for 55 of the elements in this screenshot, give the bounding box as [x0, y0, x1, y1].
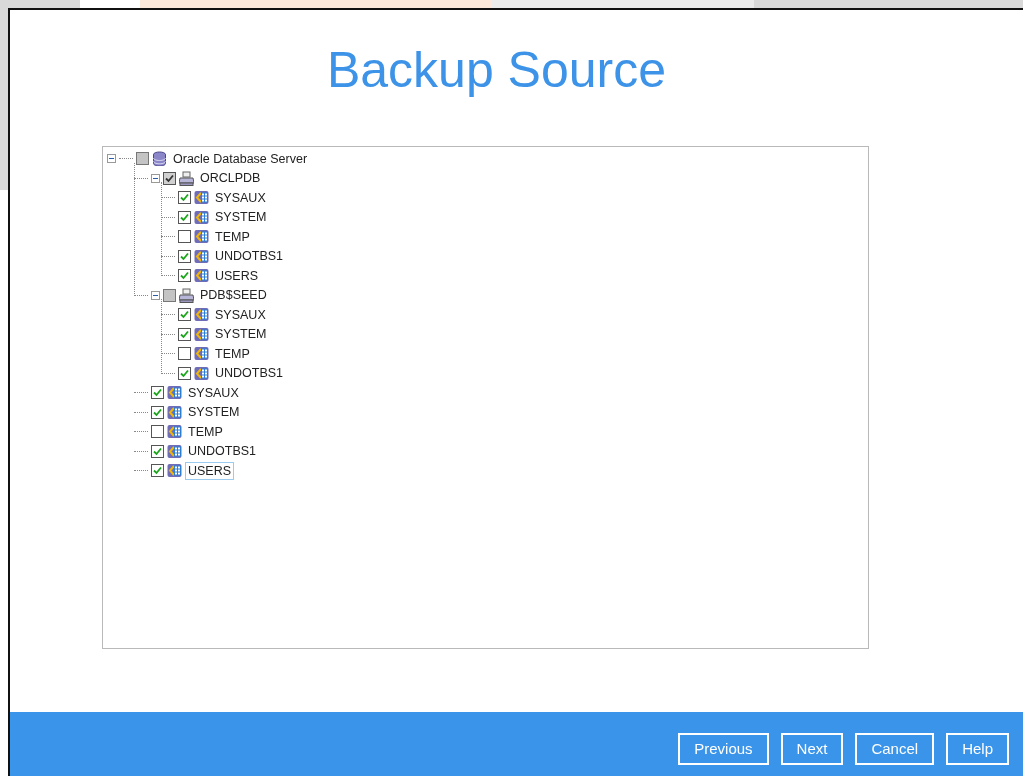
tree-item-label[interactable]: UNDOTBS1 [185, 442, 260, 461]
checkbox[interactable] [151, 405, 164, 419]
checkbox[interactable] [151, 386, 164, 400]
checkbox[interactable] [178, 269, 191, 283]
checkbox[interactable] [163, 171, 176, 185]
tablespace-icon [194, 307, 209, 323]
tablespace-icon [194, 190, 209, 206]
page-title: Backup Source [325, 41, 668, 100]
tree-item-label[interactable]: UNDOTBS1 [212, 364, 287, 383]
checkbox[interactable] [178, 210, 191, 224]
expander-icon[interactable] [107, 154, 116, 164]
tree-item-label[interactable]: SYSTEM [185, 403, 243, 422]
checkbox[interactable] [178, 191, 191, 205]
expander-icon[interactable] [151, 290, 160, 300]
tablespace-icon [167, 463, 182, 479]
tree-item-label[interactable]: ORCLPDB [197, 169, 264, 188]
checkbox[interactable] [178, 327, 191, 341]
checkbox[interactable] [178, 366, 191, 380]
tree-item-label[interactable]: TEMP [212, 344, 253, 363]
tree-item-label[interactable]: SYSTEM [212, 208, 270, 227]
tablespace-icon [194, 209, 209, 225]
tablespace-icon [194, 229, 209, 245]
tablespace-icon [167, 385, 182, 401]
database-icon [152, 151, 167, 167]
checkbox[interactable] [151, 464, 164, 478]
tree-item-label[interactable]: UNDOTBS1 [212, 247, 287, 266]
tree-item-label[interactable]: SYSAUX [185, 383, 242, 402]
tablespace-icon [167, 404, 182, 420]
checkbox[interactable] [151, 444, 164, 458]
checkbox[interactable] [178, 230, 191, 244]
tree-item-label[interactable]: USERS [212, 266, 262, 285]
checkbox[interactable] [178, 347, 191, 361]
checkbox[interactable] [178, 249, 191, 263]
tree-item-label[interactable]: SYSAUX [212, 188, 269, 207]
tree-item-label[interactable]: TEMP [212, 227, 253, 246]
tree-item-label[interactable]: TEMP [185, 422, 226, 441]
tablespace-icon [194, 248, 209, 264]
tablespace-icon [194, 326, 209, 342]
tree-item-label[interactable]: SYSTEM [212, 325, 270, 344]
checkbox[interactable] [151, 425, 164, 439]
checkbox[interactable] [178, 308, 191, 322]
expander-icon[interactable] [151, 173, 160, 183]
tree-item-label[interactable]: SYSAUX [212, 305, 269, 324]
tree-item-label[interactable]: Oracle Database Server [170, 149, 311, 168]
checkbox[interactable] [163, 288, 176, 302]
tablespace-icon [194, 346, 209, 362]
server-icon [179, 287, 194, 303]
server-icon [179, 170, 194, 186]
tablespace-icon [167, 443, 182, 459]
tablespace-icon [194, 268, 209, 284]
tablespace-icon [167, 424, 182, 440]
tree-item-label[interactable]: USERS [185, 461, 235, 480]
tablespace-icon [194, 365, 209, 381]
checkbox[interactable] [136, 152, 149, 166]
tree-item-label[interactable]: PDB$SEED [197, 286, 270, 305]
